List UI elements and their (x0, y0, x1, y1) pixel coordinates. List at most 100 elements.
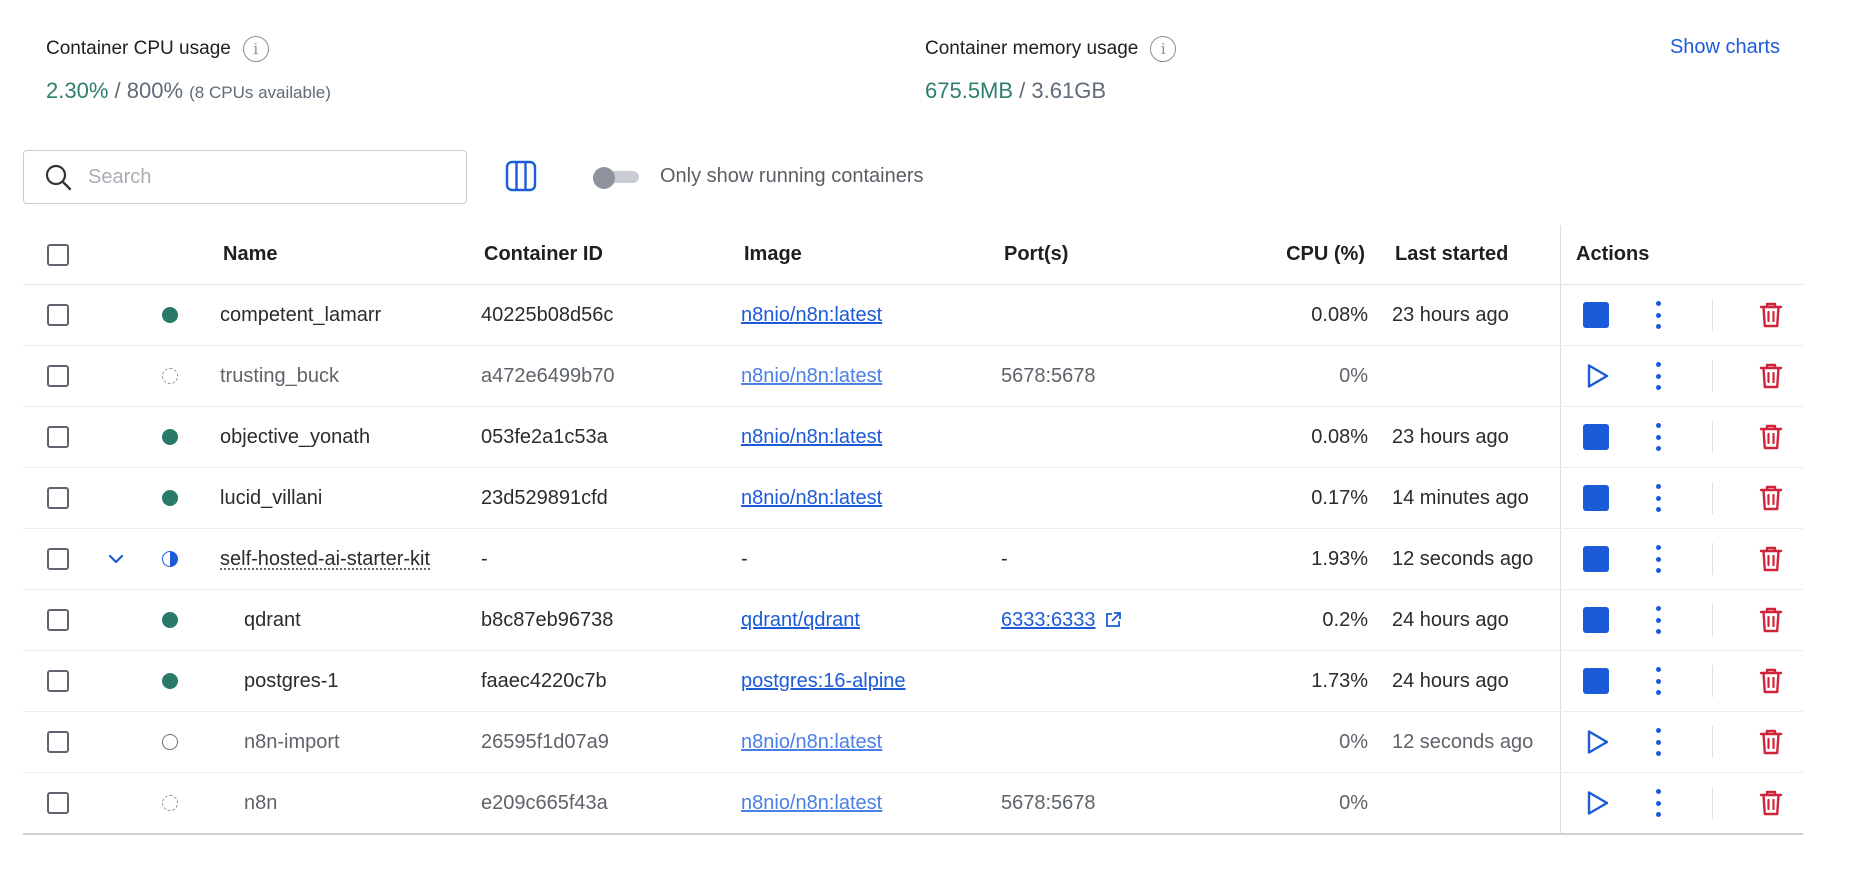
container-name[interactable]: n8n-import (244, 731, 340, 754)
row-checkbox[interactable] (47, 670, 69, 692)
row-checkbox[interactable] (47, 609, 69, 631)
action-divider (1712, 543, 1713, 575)
more-options-icon[interactable] (1654, 545, 1662, 573)
table-row[interactable]: trusting_buck a472e6499b70 n8nio/n8n:lates… (23, 346, 1803, 407)
play-icon[interactable] (1584, 729, 1610, 755)
container-name[interactable]: competent_lamarr (220, 304, 381, 327)
info-icon[interactable]: i (1150, 36, 1177, 62)
stop-button[interactable] (1583, 607, 1609, 633)
container-image[interactable]: n8nio/n8n:latest (741, 731, 882, 754)
trash-icon[interactable] (1758, 789, 1784, 817)
trash-icon[interactable] (1758, 484, 1784, 512)
trash-icon[interactable] (1758, 301, 1784, 329)
container-cpu: 0% (1339, 364, 1368, 387)
container-cpu: 0.08% (1311, 425, 1368, 448)
table-row[interactable]: qdrant b8c87eb96738 qdrant/qdrant 6333:6333… (23, 590, 1803, 651)
row-checkbox[interactable] (47, 365, 69, 387)
trash-icon[interactable] (1758, 545, 1784, 573)
column-header-ports[interactable]: Port(s) (1004, 225, 1068, 284)
container-name[interactable]: postgres-1 (244, 670, 339, 693)
container-image[interactable]: qdrant/qdrant (741, 609, 860, 632)
container-last-started: 23 hours ago (1392, 425, 1509, 448)
column-header-container-id[interactable]: Container ID (484, 225, 603, 284)
trash-icon[interactable] (1758, 362, 1784, 390)
actions-divider (1560, 773, 1561, 833)
search-input[interactable] (86, 164, 430, 190)
trash-icon[interactable] (1758, 423, 1784, 451)
more-options-icon[interactable] (1654, 423, 1662, 451)
row-checkbox[interactable] (47, 548, 69, 570)
more-options-icon[interactable] (1654, 362, 1662, 390)
container-cpu: 1.93% (1311, 547, 1368, 570)
more-options-icon[interactable] (1654, 484, 1662, 512)
external-link-icon[interactable] (1104, 611, 1122, 629)
column-header-actions: Actions (1576, 243, 1650, 265)
container-image[interactable]: n8nio/n8n:latest (741, 365, 882, 388)
table-row[interactable]: self-hosted-ai-starter-kit - - - 1.93% 12 sec… (23, 529, 1803, 590)
trash-icon[interactable] (1758, 667, 1784, 695)
container-last-started: 24 hours ago (1392, 608, 1509, 631)
row-checkbox[interactable] (47, 487, 69, 509)
more-options-icon[interactable] (1654, 606, 1662, 634)
container-id: 40225b08d56c (481, 303, 614, 326)
row-checkbox[interactable] (47, 792, 69, 814)
container-last-started: 24 hours ago (1392, 669, 1509, 692)
actions-divider (1560, 468, 1561, 528)
stop-button[interactable] (1583, 302, 1609, 328)
status-stopped-icon (162, 368, 178, 384)
trash-icon[interactable] (1758, 728, 1784, 756)
container-name[interactable]: objective_yonath (220, 426, 370, 449)
container-name[interactable]: lucid_villani (220, 487, 322, 510)
play-icon[interactable] (1584, 363, 1610, 389)
table-row[interactable]: lucid_villani 23d529891cfd n8nio/n8n:lates… (23, 468, 1803, 529)
container-image[interactable]: n8nio/n8n:latest (741, 304, 882, 327)
stop-button[interactable] (1583, 485, 1609, 511)
select-all-checkbox[interactable] (47, 243, 69, 266)
container-name[interactable]: trusting_buck (220, 365, 339, 388)
container-cpu: 0% (1339, 730, 1368, 753)
column-header-last-started[interactable]: Last started (1395, 225, 1508, 284)
stop-button[interactable] (1583, 424, 1609, 450)
container-id: b8c87eb96738 (481, 608, 614, 631)
show-charts-link[interactable]: Show charts (1670, 36, 1780, 59)
column-header-cpu[interactable]: CPU (%) (1223, 225, 1365, 284)
table-row[interactable]: objective_yonath 053fe2a1c53a n8nio/n8n:la… (23, 407, 1803, 468)
trash-icon[interactable] (1758, 606, 1784, 634)
container-name[interactable]: n8n (244, 792, 277, 815)
columns-icon[interactable] (504, 159, 538, 193)
table-row[interactable]: n8n e209c665f43a n8nio/n8n:latest 5678:5678… (23, 773, 1803, 835)
table-row[interactable]: n8n-import 26595f1d07a9 n8nio/n8n:latest 0%… (23, 712, 1803, 773)
play-icon[interactable] (1584, 790, 1610, 816)
status-running-icon (162, 490, 178, 506)
stop-button[interactable] (1583, 668, 1609, 694)
table-row[interactable]: competent_lamarr 40225b08d56c n8nio/n8n:la… (23, 285, 1803, 346)
table-row[interactable]: postgres-1 faaec4220c7b postgres:16-alpine… (23, 651, 1803, 712)
more-options-icon[interactable] (1654, 728, 1662, 756)
search-box[interactable] (23, 150, 467, 204)
more-options-icon[interactable] (1654, 789, 1662, 817)
row-checkbox[interactable] (47, 426, 69, 448)
running-only-toggle[interactable] (593, 167, 639, 189)
container-name[interactable]: qdrant (244, 609, 301, 632)
container-cpu: 0.17% (1311, 486, 1368, 509)
column-header-name[interactable]: Name (223, 225, 277, 284)
cpu-separator: / (108, 78, 127, 103)
container-ports[interactable]: 6333:6333 (1001, 609, 1096, 632)
container-image[interactable]: postgres:16-alpine (741, 670, 906, 693)
row-checkbox[interactable] (47, 304, 69, 326)
stop-button[interactable] (1583, 546, 1609, 572)
action-divider (1712, 421, 1713, 453)
info-icon[interactable]: i (242, 36, 269, 62)
cpu-usage-title: Container CPU usage (46, 38, 231, 59)
container-image[interactable]: n8nio/n8n:latest (741, 487, 882, 510)
more-options-icon[interactable] (1654, 667, 1662, 695)
row-checkbox[interactable] (47, 731, 69, 753)
chevron-down-icon[interactable] (107, 550, 125, 568)
container-image[interactable]: n8nio/n8n:latest (741, 792, 882, 815)
container-name[interactable]: self-hosted-ai-starter-kit (220, 548, 430, 571)
action-divider (1712, 604, 1713, 636)
action-divider (1712, 726, 1713, 758)
container-image[interactable]: n8nio/n8n:latest (741, 426, 882, 449)
column-header-image[interactable]: Image (744, 225, 802, 284)
more-options-icon[interactable] (1654, 301, 1662, 329)
